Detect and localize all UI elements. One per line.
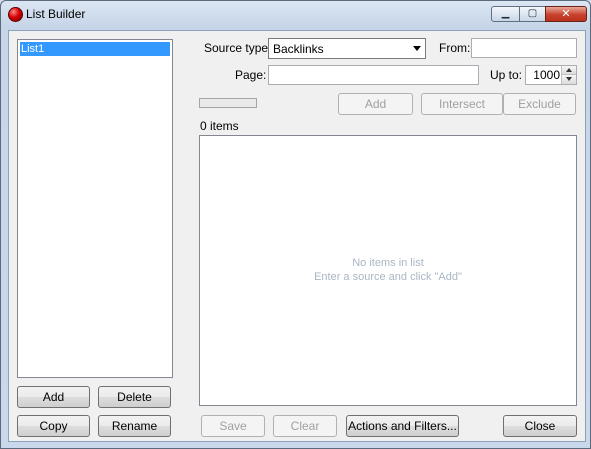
stepper-buttons bbox=[561, 66, 576, 84]
lists-listbox[interactable]: List1 bbox=[17, 39, 173, 378]
up-to-label: Up to: bbox=[490, 68, 523, 82]
from-label: From: bbox=[439, 41, 471, 55]
up-to-stepper[interactable]: 1000 bbox=[525, 65, 577, 85]
intersect-button[interactable]: Intersect bbox=[421, 93, 503, 115]
empty-message: No items in list Enter a source and clic… bbox=[200, 256, 576, 284]
save-button[interactable]: Save bbox=[201, 415, 265, 437]
list-item[interactable]: List1 bbox=[20, 42, 170, 56]
close-button[interactable]: Close bbox=[503, 415, 577, 437]
page-field[interactable] bbox=[268, 65, 479, 85]
window-title: List Builder bbox=[26, 7, 86, 21]
list-builder-window: List Builder ▁ ▢ ✕ List1 Add Delete Copy… bbox=[0, 0, 591, 449]
maximize-button[interactable]: ▢ bbox=[519, 6, 546, 22]
delete-list-button[interactable]: Delete bbox=[98, 386, 171, 408]
arrow-up-icon bbox=[566, 68, 572, 72]
from-field[interactable] bbox=[471, 38, 577, 58]
empty-message-line-1: No items in list bbox=[352, 257, 424, 269]
actions-and-filters-button[interactable]: Actions and Filters... bbox=[346, 415, 459, 437]
items-count: 0 items bbox=[200, 119, 239, 133]
app-icon bbox=[8, 7, 23, 22]
add-list-button[interactable]: Add bbox=[17, 386, 90, 408]
items-listbox[interactable]: No items in list Enter a source and clic… bbox=[199, 135, 577, 406]
progress-bar bbox=[199, 98, 257, 108]
chevron-down-icon bbox=[413, 46, 421, 51]
copy-list-button[interactable]: Copy bbox=[17, 415, 90, 437]
source-type-select[interactable]: Backlinks bbox=[268, 38, 426, 59]
client-area: List1 Add Delete Copy Rename Source type… bbox=[8, 30, 586, 442]
close-icon: ✕ bbox=[561, 7, 571, 20]
up-to-value: 1000 bbox=[533, 68, 560, 82]
close-window-button[interactable]: ✕ bbox=[545, 6, 587, 22]
page-label: Page: bbox=[235, 68, 267, 82]
arrow-down-icon bbox=[566, 77, 572, 81]
source-type-label: Source type: bbox=[204, 41, 272, 55]
minimize-icon: ▁ bbox=[501, 8, 510, 19]
clear-button[interactable]: Clear bbox=[273, 415, 337, 437]
stepper-down-button[interactable] bbox=[562, 75, 576, 84]
add-source-button[interactable]: Add bbox=[338, 93, 413, 115]
stepper-up-button[interactable] bbox=[562, 66, 576, 75]
source-type-value: Backlinks bbox=[273, 42, 324, 56]
minimize-button[interactable]: ▁ bbox=[491, 6, 520, 22]
empty-message-line-2: Enter a source and click "Add" bbox=[314, 271, 462, 283]
maximize-icon: ▢ bbox=[527, 8, 538, 19]
exclude-button[interactable]: Exclude bbox=[503, 93, 576, 115]
rename-list-button[interactable]: Rename bbox=[98, 415, 171, 437]
title-bar[interactable]: List Builder ▁ ▢ ✕ bbox=[1, 1, 590, 29]
